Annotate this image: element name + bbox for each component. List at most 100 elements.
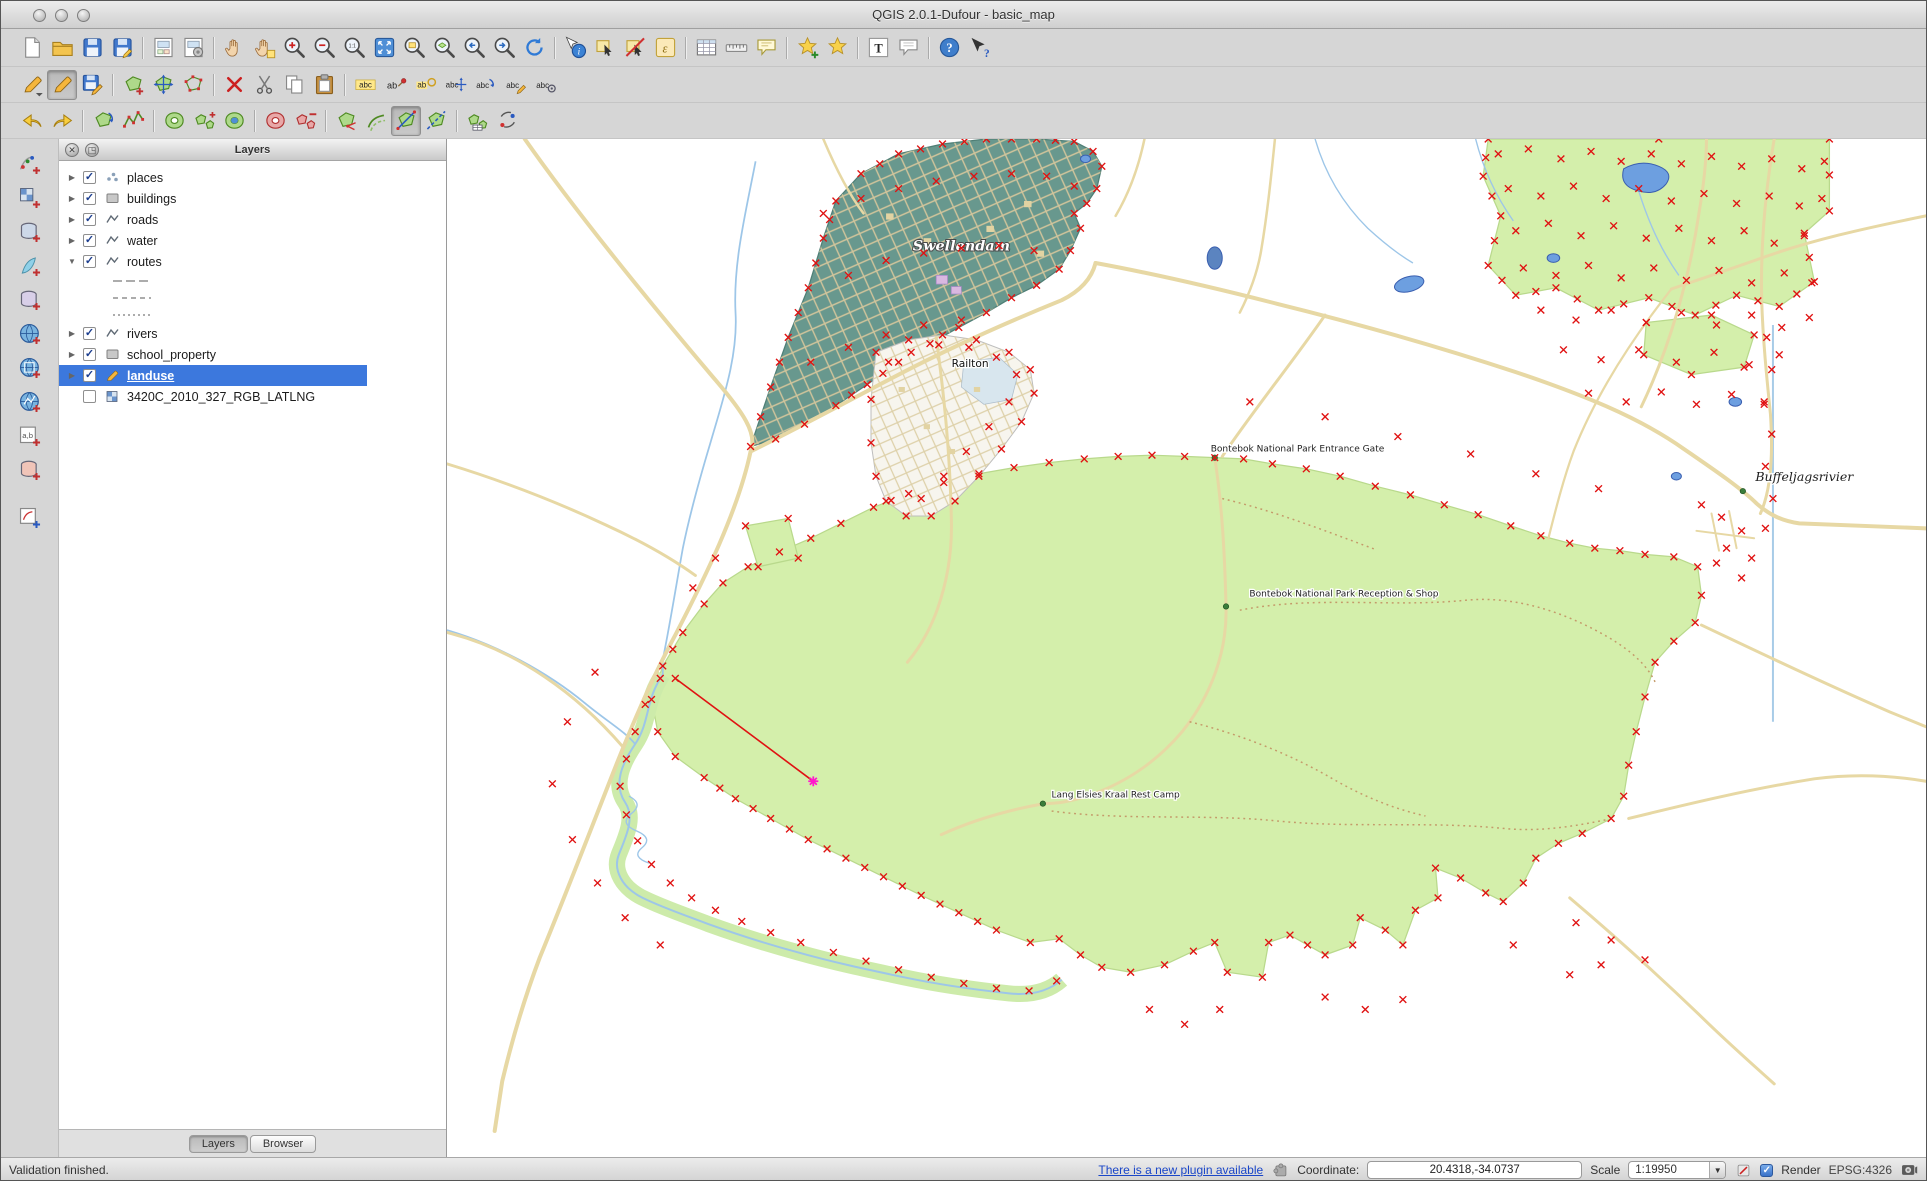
render-checkbox[interactable]: ✓ — [1760, 1164, 1773, 1177]
layer-symbol-item[interactable] — [59, 289, 446, 306]
zoom-in-button[interactable] — [279, 33, 309, 63]
delete-ring-button[interactable] — [260, 106, 290, 136]
layer-item-school_property[interactable]: ▶✓school_property — [59, 344, 446, 365]
move-label-button[interactable]: abc — [440, 70, 470, 100]
layer-visibility-checkbox[interactable]: ✓ — [83, 171, 96, 184]
add-oracle-layer-button[interactable] — [14, 455, 46, 485]
delete-selected-button[interactable] — [219, 70, 249, 100]
measure-line-button[interactable] — [721, 33, 751, 63]
split-parts-button[interactable] — [421, 106, 451, 136]
redo-button[interactable] — [47, 106, 77, 136]
add-wcs-layer-button[interactable] — [14, 353, 46, 383]
show-bookmarks-button[interactable] — [822, 33, 852, 63]
close-window-button[interactable] — [33, 9, 46, 22]
undo-button[interactable] — [17, 106, 47, 136]
add-ring-button[interactable] — [159, 106, 189, 136]
select-features-button[interactable] — [590, 33, 620, 63]
expander-icon[interactable]: ▶ — [65, 329, 79, 338]
whats-this-button[interactable]: ? — [964, 33, 994, 63]
map-tips-button[interactable] — [751, 33, 781, 63]
layer-item-routes[interactable]: ▼✓routes — [59, 251, 446, 272]
chevron-down-icon[interactable]: ▼ — [1709, 1162, 1725, 1178]
crs-status-icon[interactable] — [1900, 1161, 1918, 1179]
run-feature-action-button[interactable]: ε — [650, 33, 680, 63]
expander-icon[interactable]: ▶ — [65, 236, 79, 245]
layer-visibility-checkbox[interactable]: ✓ — [83, 327, 96, 340]
pan-to-selection-button[interactable] — [249, 33, 279, 63]
layer-item-buildings[interactable]: ▶✓buildings — [59, 188, 446, 209]
add-postgis-layer-button[interactable] — [14, 217, 46, 247]
scale-combo[interactable]: 1:19950 ▼ — [1628, 1161, 1726, 1179]
current-edits-button[interactable] — [17, 70, 47, 100]
layer-visibility-checkbox[interactable]: ✓ — [83, 255, 96, 268]
map-canvas[interactable]: SwellendamRailtonBontebok National Park … — [447, 139, 1926, 1157]
identify-features-button[interactable]: i — [560, 33, 590, 63]
add-raster-layer-button[interactable] — [14, 183, 46, 213]
expander-icon[interactable]: ▼ — [65, 257, 79, 266]
cut-features-button[interactable] — [249, 70, 279, 100]
simplify-feature-button[interactable] — [118, 106, 148, 136]
open-project-button[interactable] — [47, 33, 77, 63]
panel-close-button[interactable]: ✕ — [65, 143, 79, 157]
add-feature-button[interactable] — [118, 70, 148, 100]
toggle-editing-button[interactable] — [47, 70, 77, 100]
layer-item-landuse[interactable]: ▶✓landuse — [59, 365, 367, 386]
pan-map-button[interactable] — [219, 33, 249, 63]
panel-tab-layers[interactable]: Layers — [189, 1135, 248, 1153]
pin-labels-button[interactable]: ab — [380, 70, 410, 100]
add-spatialite-layer-button[interactable] — [14, 251, 46, 281]
panel-tab-browser[interactable]: Browser — [250, 1135, 316, 1153]
expander-icon[interactable]: ▶ — [65, 215, 79, 224]
paste-features-button[interactable] — [309, 70, 339, 100]
expander-icon[interactable]: ▶ — [65, 194, 79, 203]
layer-item-rivers[interactable]: ▶✓rivers — [59, 323, 446, 344]
help-contents-button[interactable]: ? — [934, 33, 964, 63]
copy-features-button[interactable] — [279, 70, 309, 100]
new-print-composer-button[interactable] — [148, 33, 178, 63]
layer-symbol-item[interactable] — [59, 272, 446, 289]
expander-icon[interactable]: ▶ — [65, 173, 79, 182]
add-part-button[interactable] — [189, 106, 219, 136]
expander-icon[interactable]: ▶ — [65, 371, 79, 380]
move-feature-button[interactable] — [148, 70, 178, 100]
fill-ring-button[interactable] — [219, 106, 249, 136]
save-project-as-button[interactable] — [107, 33, 137, 63]
add-vector-layer-button[interactable] — [14, 149, 46, 179]
composer-manager-button[interactable] — [178, 33, 208, 63]
save-project-button[interactable] — [77, 33, 107, 63]
zoom-next-button[interactable] — [489, 33, 519, 63]
layer-item-roads[interactable]: ▶✓roads — [59, 209, 446, 230]
zoom-to-selection-button[interactable] — [399, 33, 429, 63]
delete-part-button[interactable] — [290, 106, 320, 136]
zoom-actual-button[interactable]: 1:1 — [339, 33, 369, 63]
annotation-button[interactable] — [893, 33, 923, 63]
reshape-features-button[interactable] — [331, 106, 361, 136]
text-annotation-button[interactable]: T — [863, 33, 893, 63]
add-wms-layer-button[interactable] — [14, 319, 46, 349]
add-delimited-text-layer-button[interactable]: a,b — [14, 421, 46, 451]
zoom-window-button[interactable] — [77, 9, 90, 22]
merge-attributes-button[interactable] — [462, 106, 492, 136]
save-layer-edits-button[interactable] — [77, 70, 107, 100]
labeling-button[interactable]: abc — [350, 70, 380, 100]
panel-float-button[interactable]: ◳ — [85, 143, 99, 157]
layer-visibility-checkbox[interactable]: ✓ — [83, 369, 96, 382]
layer-visibility-checkbox[interactable] — [83, 390, 96, 403]
zoom-last-button[interactable] — [459, 33, 489, 63]
layer-visibility-checkbox[interactable]: ✓ — [83, 213, 96, 226]
refresh-map-button[interactable] — [519, 33, 549, 63]
zoom-to-layer-button[interactable] — [429, 33, 459, 63]
expander-icon[interactable]: ▶ — [65, 350, 79, 359]
add-mssql-layer-button[interactable] — [14, 285, 46, 315]
new-bookmark-button[interactable] — [792, 33, 822, 63]
split-features-button[interactable] — [391, 106, 421, 136]
layer-symbol-item[interactable] — [59, 306, 446, 323]
coordinate-input[interactable] — [1367, 1161, 1582, 1179]
node-tool-button[interactable] — [178, 70, 208, 100]
rotate-point-symbols-button[interactable] — [492, 106, 522, 136]
rotate-label-button[interactable]: abc — [470, 70, 500, 100]
deselect-features-button[interactable] — [620, 33, 650, 63]
label-properties-button[interactable]: abc — [530, 70, 560, 100]
minimize-window-button[interactable] — [55, 9, 68, 22]
change-label-button[interactable]: abc — [500, 70, 530, 100]
